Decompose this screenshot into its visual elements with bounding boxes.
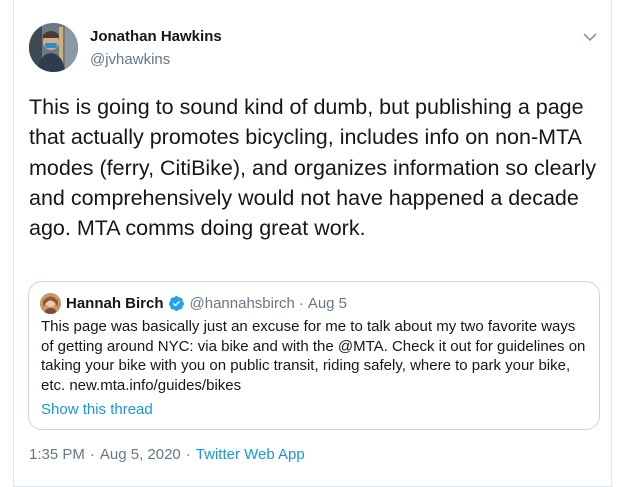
- quoted-tweet-text: This page was basically just an excuse f…: [41, 318, 586, 395]
- author-avatar-image: [29, 23, 78, 72]
- quoted-author-avatar[interactable]: [40, 293, 61, 314]
- quoted-author-handle[interactable]: @hannahsbirch: [190, 295, 295, 312]
- verified-badge-icon: [168, 295, 185, 312]
- author-avatar[interactable]: [29, 23, 78, 72]
- tweet-text: This is going to sound kind of dumb, but…: [29, 95, 597, 241]
- quoted-author-name[interactable]: Hannah Birch: [66, 295, 164, 312]
- quoted-tweet-date[interactable]: Aug 5: [308, 295, 347, 312]
- tweet-time[interactable]: 1:35 PM: [29, 446, 85, 463]
- quoted-author-avatar-image: [40, 293, 61, 314]
- tweet-source-link[interactable]: Twitter Web App: [196, 446, 305, 463]
- meta-separator: ·: [185, 446, 191, 463]
- author-name[interactable]: Jonathan Hawkins: [90, 28, 222, 45]
- chevron-down-icon[interactable]: [579, 26, 601, 48]
- meta-separator: ·: [89, 446, 95, 463]
- quoted-separator: ·: [298, 295, 304, 312]
- tweet-card: Jonathan Hawkins @jvhawkins This is goin…: [13, 0, 613, 487]
- tweet-metadata: 1:35 PM · Aug 5, 2020 · Twitter Web App: [29, 446, 305, 463]
- author-handle[interactable]: @jvhawkins: [90, 51, 170, 68]
- tweet-date[interactable]: Aug 5, 2020: [100, 446, 181, 463]
- show-thread-link[interactable]: Show this thread: [41, 401, 153, 418]
- quoted-tweet-header: Hannah Birch @hannahsbirch · Aug 5: [66, 293, 347, 314]
- quoted-tweet[interactable]: Hannah Birch @hannahsbirch · Aug 5 This …: [28, 281, 600, 430]
